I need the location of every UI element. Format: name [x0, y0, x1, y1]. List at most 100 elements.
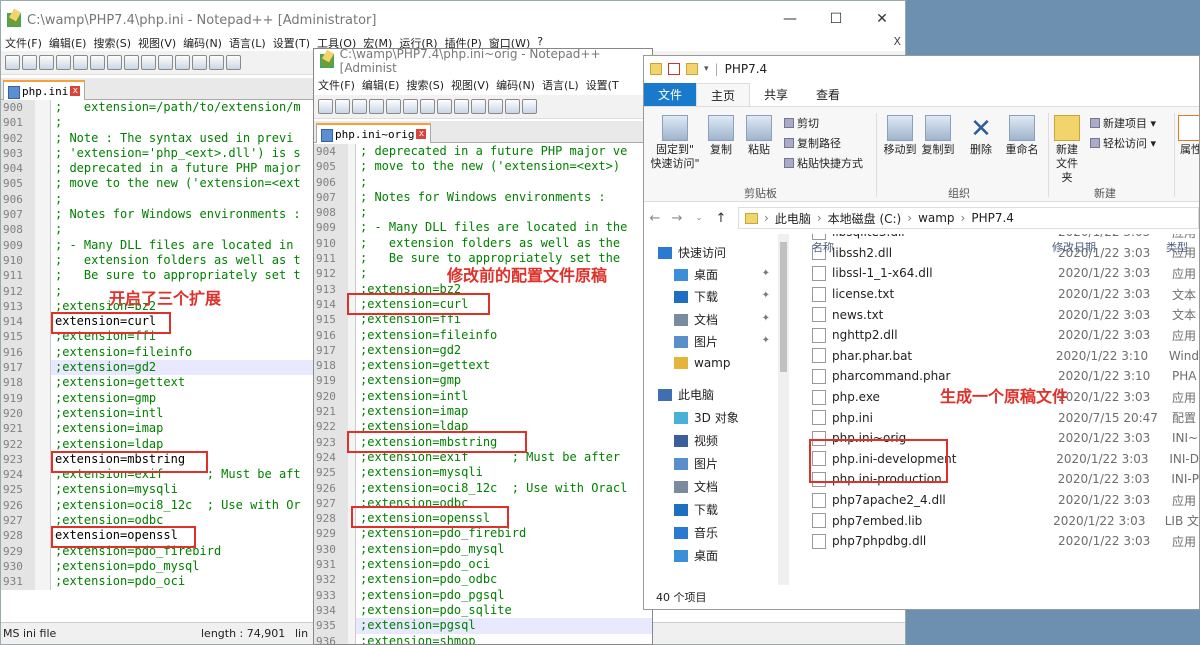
save-all-icon[interactable] — [369, 99, 384, 114]
save-icon[interactable] — [39, 55, 54, 70]
new-file-icon[interactable] — [318, 99, 333, 114]
copy-icon[interactable] — [454, 99, 469, 114]
nav-scrollbar-thumb[interactable] — [780, 242, 787, 372]
new-file-icon[interactable] — [5, 55, 20, 70]
notepad2-menu-item[interactable]: 编码(N) — [496, 77, 535, 95]
nav-item[interactable]: 视频 — [674, 432, 718, 449]
tab-view[interactable]: 查看 — [802, 83, 854, 106]
editor-line[interactable]: 930 ;extension=pdo_mysql — [314, 541, 652, 558]
file-row[interactable]: php7embed.lib 2020/1/22 3:03 LIB 文 — [802, 510, 1199, 531]
editor-php-ini-orig[interactable]: 904 ; deprecated in a future PHP major ve… — [314, 144, 652, 644]
file-row[interactable]: nghttp2.dll 2020/1/22 3:03 应用 — [802, 325, 1199, 346]
nav-item[interactable]: 快速访问 — [658, 244, 726, 261]
nav-item[interactable]: 图片 — [674, 455, 718, 472]
breadcrumb-separator-icon[interactable]: › — [764, 211, 769, 225]
tab-home[interactable]: 主页 — [696, 83, 751, 106]
file-row[interactable]: news.txt 2020/1/22 3:03 文本 — [802, 304, 1199, 325]
editor-line[interactable]: 909 ; - Many DLL files are located in the — [314, 220, 652, 236]
close-all-icon[interactable] — [90, 55, 105, 70]
copy-to-button[interactable]: 复制到 — [920, 115, 956, 157]
cut-icon[interactable] — [437, 99, 452, 114]
column-date[interactable]: 修改日期 — [1052, 236, 1166, 258]
copy-button[interactable]: 复制 — [706, 115, 736, 157]
explorer-titlebar[interactable]: ▾ | PHP7.4 — [644, 56, 1199, 82]
breadcrumb-separator-icon[interactable]: › — [907, 211, 912, 225]
nav-item[interactable]: wamp — [674, 356, 730, 370]
editor-line[interactable]: 919 ;extension=gmp — [314, 373, 652, 389]
nav-item[interactable]: 桌面 — [674, 266, 718, 283]
editor-line[interactable]: 934 ;extension=pdo_sqlite — [314, 602, 652, 619]
back-arrow-icon[interactable]: ← — [644, 211, 666, 226]
cut-icon[interactable] — [124, 55, 139, 70]
editor-line[interactable]: 921 ;extension=imap — [314, 404, 652, 420]
notepad2-titlebar[interactable]: C:\wamp\PHP7.4\php.ini~orig - Notepad++ … — [314, 49, 652, 75]
editor-line[interactable]: 931 ;extension=pdo_oci — [314, 557, 652, 573]
minimize-button[interactable]: — — [767, 1, 813, 37]
open-file-icon[interactable] — [335, 99, 350, 114]
file-row[interactable]: php7phpdbg.dll 2020/1/22 3:03 应用 — [802, 531, 1199, 552]
notepad2-menu-item[interactable]: 语言(L) — [542, 77, 579, 95]
editor-line[interactable]: 936 ;extension=shmop — [314, 633, 652, 644]
quick-access-dropdown-icon[interactable]: ▾ — [704, 64, 709, 74]
breadcrumb-item[interactable]: PHP7.4 — [971, 211, 1014, 225]
editor-line[interactable]: 929 ;extension=pdo_firebird — [314, 526, 652, 542]
new-folder-button[interactable]: 新建 文件夹 — [1052, 115, 1082, 185]
file-row[interactable]: license.txt 2020/1/22 3:03 文本 — [802, 284, 1199, 305]
breadcrumb-item[interactable]: wamp — [918, 211, 954, 225]
tab-php-ini-orig[interactable]: php.ini~orig x — [316, 123, 432, 143]
close-button[interactable]: ✕ — [859, 1, 905, 37]
tab-close-icon[interactable]: x — [416, 129, 427, 139]
delete-button[interactable]: ✕ 删除 — [966, 115, 996, 157]
tab-php-ini[interactable]: php.ini x — [3, 80, 86, 100]
editor-line[interactable]: 906; — [314, 174, 652, 190]
rename-button[interactable]: 重命名 — [1002, 115, 1042, 157]
close-file-icon[interactable] — [73, 55, 88, 70]
replace-icon[interactable] — [226, 55, 241, 70]
paste-shortcut-button[interactable]: 粘贴快捷方式 — [784, 155, 863, 171]
undo-icon[interactable] — [175, 55, 190, 70]
recent-dropdown-icon[interactable]: ⌄ — [688, 213, 710, 223]
close-file-icon[interactable] — [386, 99, 401, 114]
paste-icon[interactable] — [158, 55, 173, 70]
undo-icon[interactable] — [488, 99, 503, 114]
pin-quick-access-button[interactable]: 固定到" 快速访问" — [650, 115, 700, 171]
column-type[interactable]: 类型 — [1166, 236, 1188, 258]
editor-line[interactable]: 905 ; move to the new ('extension=<ext>) — [314, 159, 652, 175]
file-row[interactable]: php7apache2_4.dll 2020/1/22 3:03 应用 — [802, 490, 1199, 511]
print-icon[interactable] — [107, 55, 122, 70]
save-all-icon[interactable] — [56, 55, 71, 70]
copy-icon[interactable] — [141, 55, 156, 70]
properties-button[interactable]: 属性 — [1178, 115, 1199, 157]
print-icon[interactable] — [420, 99, 435, 114]
editor-line[interactable]: 907 ; Notes for Windows environments : — [314, 189, 652, 206]
easy-access-button[interactable]: 轻松访问 ▾ — [1090, 135, 1156, 151]
nav-item[interactable]: 图片 — [674, 333, 718, 350]
notepad2-menu-item[interactable]: 文件(F) — [318, 77, 355, 95]
editor-line[interactable]: 910 ; extension folders as well as the — [314, 235, 652, 252]
editor-line[interactable]: 933 ;extension=pdo_pgsql — [314, 587, 652, 603]
paste-icon[interactable] — [471, 99, 486, 114]
new-item-button[interactable]: 新建项目 ▾ — [1090, 115, 1156, 131]
breadcrumb-item[interactable]: 此电脑 — [775, 210, 811, 227]
quick-access-properties-icon[interactable] — [668, 63, 680, 75]
breadcrumb-separator-icon[interactable]: › — [961, 211, 966, 225]
paste-button[interactable]: 粘贴 — [744, 115, 774, 157]
editor-line[interactable]: 918 ;extension=gettext — [314, 358, 652, 374]
notepad-titlebar[interactable]: C:\wamp\PHP7.4\php.ini - Notepad++ [Admi… — [1, 1, 905, 39]
notepad2-menu-item[interactable]: 搜索(S) — [406, 77, 444, 95]
tab-share[interactable]: 共享 — [750, 83, 802, 106]
nav-item[interactable]: 文档 — [674, 478, 718, 495]
editor-line[interactable]: 926 ;extension=oci8_12c ; Use with Oracl — [314, 480, 652, 496]
breadcrumb[interactable]: › 此电脑 › 本地磁盘 (C:) › wamp › PHP7.4 — [738, 207, 1199, 229]
redo-icon[interactable] — [505, 99, 520, 114]
breadcrumb-separator-icon[interactable]: › — [817, 211, 822, 225]
editor-line[interactable]: 908; — [314, 205, 652, 221]
editor-line[interactable]: 917 ;extension=gd2 — [314, 342, 652, 359]
find-icon[interactable] — [522, 99, 537, 114]
move-to-button[interactable]: 移动到 — [882, 115, 918, 157]
file-row[interactable]: phar.phar.bat 2020/1/22 3:10 Wind — [802, 346, 1199, 367]
nav-item[interactable]: 文档 — [674, 311, 718, 328]
editor-line[interactable]: 932 ;extension=pdo_odbc — [314, 572, 652, 588]
nav-item[interactable]: 下载 — [674, 288, 718, 305]
editor-line[interactable]: 920 ;extension=intl — [314, 388, 652, 405]
